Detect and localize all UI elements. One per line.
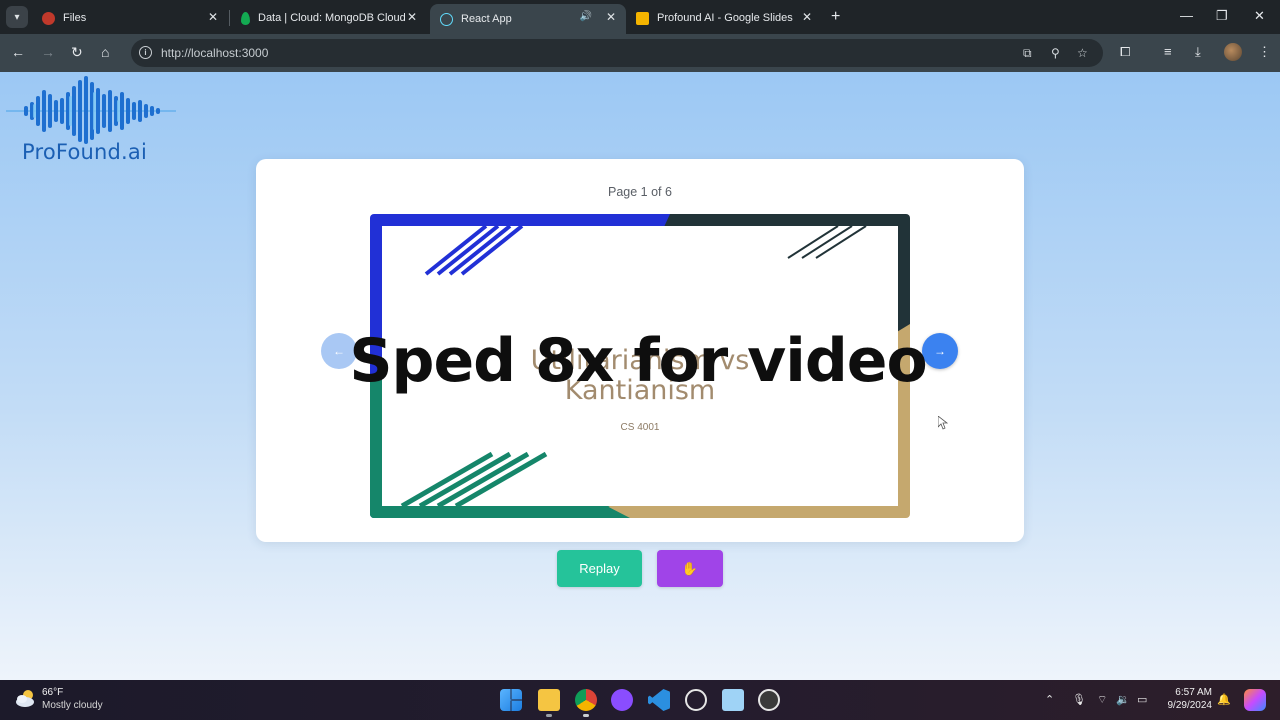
slide-subtitle: CS 4001 (620, 422, 660, 433)
brand-logo-text: ProFound.ai (22, 140, 148, 164)
notifications-bell-icon[interactable]: 🔔 (1217, 693, 1231, 706)
raise-hand-icon: ✋ (681, 560, 699, 576)
replay-button[interactable]: Replay (557, 550, 642, 587)
file-explorer-icon[interactable] (538, 689, 560, 711)
tab-google-slides[interactable]: Profound AI - Google Slides ✕ (626, 4, 822, 32)
weather-condition[interactable]: Mostly cloudy (42, 700, 103, 711)
tab-files[interactable]: Files ✕ (32, 4, 228, 32)
react-favicon-icon (440, 12, 453, 26)
site-info-icon[interactable]: i (139, 46, 152, 59)
wifi-icon[interactable]: ⌔ (1097, 693, 1107, 707)
tab-react-app[interactable]: React App 🔊 ✕ (430, 4, 626, 34)
mongodb-leaf-icon (241, 11, 250, 25)
zoom-icon[interactable]: ⚲ (1051, 46, 1060, 60)
running-indicator (546, 714, 552, 717)
page-indicator: Page 1 of 6 (608, 185, 672, 199)
page-viewport: ProFound.ai Page 1 of 6 Utilitarianism v… (0, 72, 1280, 680)
copilot-icon[interactable] (1244, 689, 1266, 711)
media-controls-icon[interactable]: ≡ (1164, 44, 1172, 59)
chrome-icon[interactable] (575, 689, 597, 711)
close-tab-icon[interactable]: ✕ (606, 10, 616, 24)
media-player-icon[interactable] (758, 689, 780, 711)
restore-icon[interactable]: ❐ (1216, 8, 1228, 24)
files-favicon-icon (42, 11, 55, 25)
github-icon[interactable] (611, 689, 633, 711)
home-icon[interactable]: ⌂ (101, 44, 109, 60)
close-tab-icon[interactable]: ✕ (802, 10, 812, 24)
minimize-icon[interactable]: — (1180, 8, 1193, 23)
windows-start-icon[interactable] (500, 689, 522, 711)
raise-hand-button[interactable]: ✋ (657, 550, 723, 587)
browser-toolbar: ← → ↻ ⌂ i http://localhost:3000 ⧉ ⚲ ☆ ⧠ … (0, 34, 1280, 72)
clock-time[interactable]: 6:57 AM (1162, 687, 1212, 698)
new-tab-button[interactable]: + (831, 8, 840, 26)
install-app-icon[interactable]: ⧉ (1023, 46, 1032, 61)
notepad-icon[interactable] (722, 689, 744, 711)
google-slides-favicon-icon (636, 11, 649, 25)
weather-temperature[interactable]: 66°F (42, 687, 63, 698)
mouse-cursor-icon (938, 416, 948, 430)
tab-divider (229, 10, 230, 26)
profile-avatar[interactable] (1224, 43, 1242, 61)
microphone-icon[interactable]: 🎙 (1072, 693, 1086, 706)
back-icon[interactable]: ← (11, 44, 25, 60)
url-text[interactable]: http://localhost:3000 (161, 46, 268, 60)
close-tab-icon[interactable]: ✕ (208, 10, 218, 24)
close-tab-icon[interactable]: ✕ (407, 10, 417, 24)
tab-mongodb[interactable]: Data | Cloud: MongoDB Cloud ✕ (231, 4, 427, 32)
tab-label: Profound AI - Google Slides (657, 12, 793, 24)
bookmark-star-icon[interactable]: ☆ (1077, 46, 1088, 60)
video-overlay-caption: Sped 8x for video (349, 326, 927, 396)
partly-cloudy-icon[interactable] (14, 687, 38, 709)
vscode-icon[interactable] (648, 689, 670, 711)
reload-icon[interactable]: ↻ (71, 44, 83, 61)
menu-kebab-icon[interactable]: ⋮ (1258, 44, 1271, 60)
extensions-icon[interactable]: ⧠ (1120, 44, 1130, 60)
show-hidden-icons-icon[interactable]: ⌃ (1045, 693, 1054, 706)
tab-label: Data | Cloud: MongoDB Cloud (258, 12, 406, 24)
tab-label: React App (461, 13, 512, 25)
forward-icon[interactable]: → (41, 44, 55, 60)
tab-search-button[interactable]: ▾ (6, 6, 28, 28)
battery-icon[interactable]: ▭ (1137, 693, 1147, 706)
clock-date[interactable]: 9/29/2024 (1156, 700, 1213, 711)
close-window-icon[interactable]: ✕ (1254, 8, 1265, 24)
volume-icon[interactable]: 🔉 (1116, 693, 1130, 706)
windows-taskbar: 66°F Mostly cloudy ⌃ 🎙 ⌔ 🔉 ▭ 6:57 AM 9/2… (0, 680, 1280, 720)
tab-strip: ▾ Files ✕ Data | Cloud: MongoDB Cloud ✕ … (0, 0, 1280, 34)
audio-playing-icon[interactable]: 🔊 (580, 11, 592, 22)
tab-label: Files (63, 12, 87, 24)
chatgpt-icon[interactable] (685, 689, 707, 711)
downloads-icon[interactable]: ⤓ (1195, 44, 1201, 60)
running-indicator (583, 714, 589, 717)
address-bar[interactable]: i http://localhost:3000 ⧉ ⚲ ☆ (131, 39, 1103, 67)
